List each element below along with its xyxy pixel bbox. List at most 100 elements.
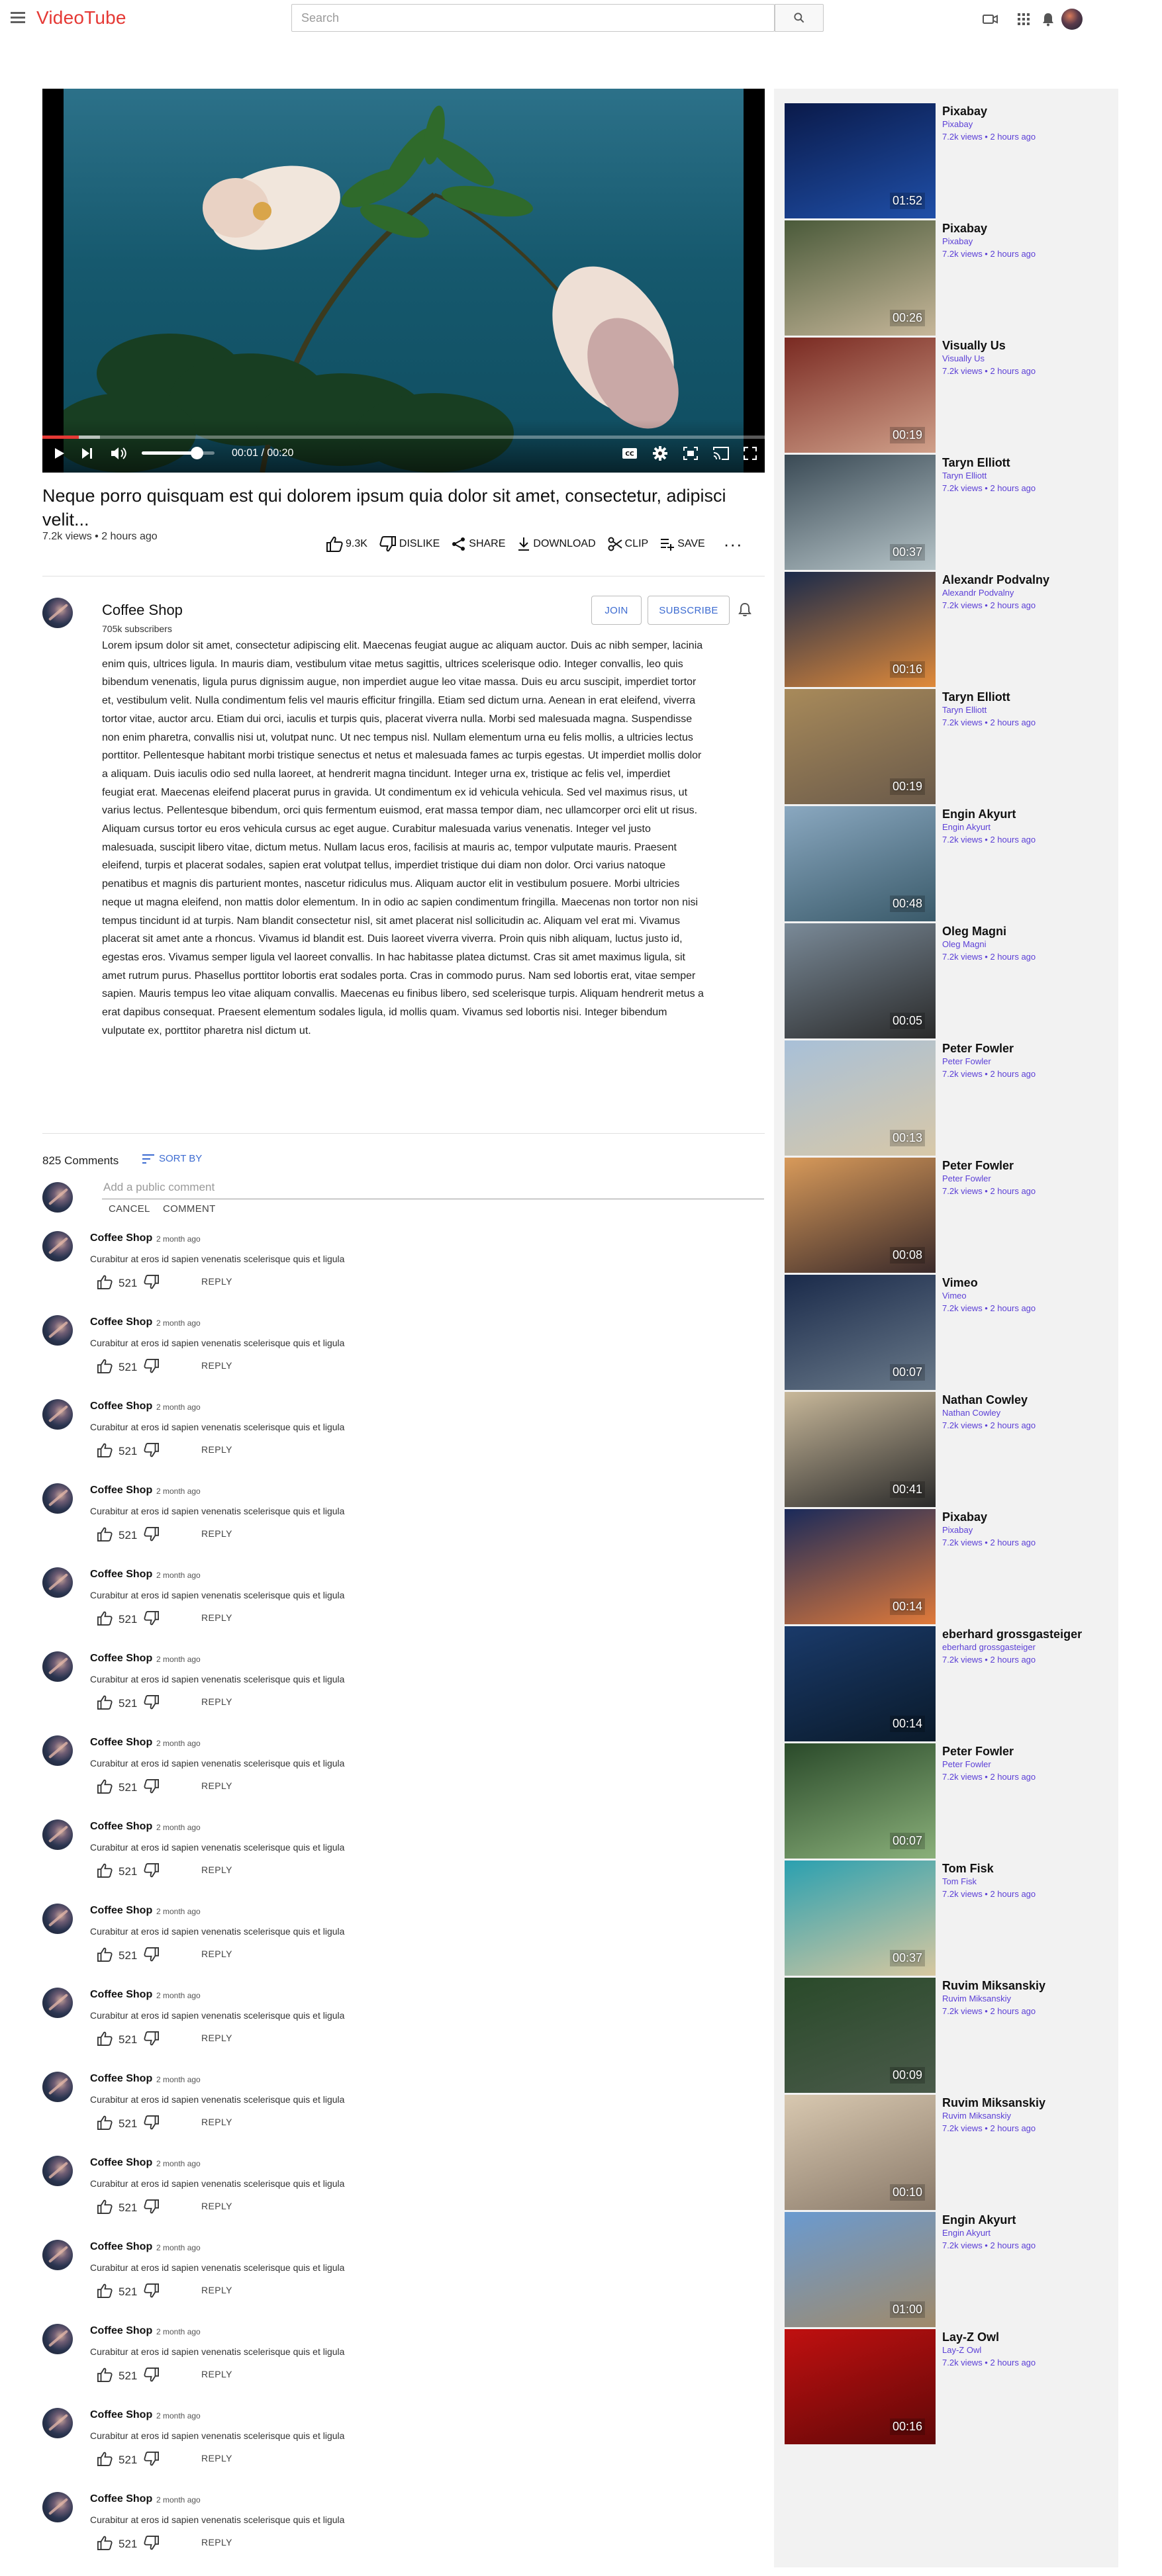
related-video-title[interactable]: Vimeo bbox=[942, 1276, 978, 1290]
related-video-item[interactable]: 00:19 Taryn Elliott Taryn Elliott 7.2k v… bbox=[785, 674, 1116, 804]
comment-reply-button[interactable]: REPLY bbox=[201, 2033, 232, 2043]
comment-author[interactable]: Coffee Shop bbox=[90, 2409, 152, 2421]
related-video-item[interactable]: 00:13 Peter Fowler Peter Fowler 7.2k vie… bbox=[785, 1026, 1116, 1156]
comment-author[interactable]: Coffee Shop bbox=[90, 1232, 152, 1244]
comment-author-avatar[interactable] bbox=[42, 2072, 73, 2102]
comment-author-avatar[interactable] bbox=[42, 1567, 73, 1598]
related-video-title[interactable]: Tom Fisk bbox=[942, 1862, 994, 1876]
related-video-channel[interactable]: Engin Akyurt bbox=[942, 822, 991, 832]
comment-dislike-button[interactable] bbox=[144, 1863, 160, 1881]
comment-like-button[interactable] bbox=[97, 1611, 113, 1629]
related-video-thumbnail[interactable]: 00:37 bbox=[785, 455, 936, 570]
channel-avatar[interactable] bbox=[42, 598, 73, 628]
comment-dislike-button[interactable] bbox=[144, 1695, 160, 1713]
comment-author[interactable]: Coffee Shop bbox=[90, 1905, 152, 1917]
related-video-item[interactable]: 01:00 Engin Akyurt Engin Akyurt 7.2k vie… bbox=[785, 2197, 1116, 2327]
related-video-title[interactable]: Visually Us bbox=[942, 339, 1006, 353]
comment-author[interactable]: Coffee Shop bbox=[90, 1485, 152, 1496]
related-video-thumbnail[interactable]: 00:07 bbox=[785, 1743, 936, 1859]
share-button[interactable]: SHARE bbox=[452, 537, 505, 551]
comment-author-avatar[interactable] bbox=[42, 1315, 73, 1346]
comment-dislike-button[interactable] bbox=[144, 2031, 160, 2049]
related-video-thumbnail[interactable]: 00:48 bbox=[785, 806, 936, 921]
related-video-thumbnail[interactable]: 00:41 bbox=[785, 1392, 936, 1507]
related-video-title[interactable]: Peter Fowler bbox=[942, 1745, 1014, 1759]
comment-author-avatar[interactable] bbox=[42, 1735, 73, 1766]
cast-button[interactable] bbox=[711, 443, 731, 464]
comment-like-button[interactable] bbox=[97, 2199, 113, 2217]
related-video-title[interactable]: Taryn Elliott bbox=[942, 690, 1010, 704]
related-video-title[interactable]: eberhard grossgasteiger bbox=[942, 1628, 1082, 1641]
related-video-title[interactable]: Nathan Cowley bbox=[942, 1393, 1028, 1407]
join-button[interactable]: JOIN bbox=[591, 596, 642, 625]
comment-like-button[interactable] bbox=[97, 1863, 113, 1881]
comment-author-avatar[interactable] bbox=[42, 2492, 73, 2522]
related-video-item[interactable]: 00:10 Ruvim Miksanskiy Ruvim Miksanskiy … bbox=[785, 2080, 1116, 2210]
related-video-channel[interactable]: Ruvim Miksanskiy bbox=[942, 2111, 1011, 2121]
comment-like-button[interactable] bbox=[97, 2536, 113, 2553]
search-button[interactable] bbox=[775, 4, 824, 32]
related-video-title[interactable]: Peter Fowler bbox=[942, 1159, 1014, 1173]
comment-author[interactable]: Coffee Shop bbox=[90, 2241, 152, 2253]
brand-logo[interactable]: VideoTube bbox=[36, 7, 126, 28]
related-video-item[interactable]: 00:19 Visually Us Visually Us 7.2k views… bbox=[785, 323, 1116, 453]
related-video-item[interactable]: 00:41 Nathan Cowley Nathan Cowley 7.2k v… bbox=[785, 1377, 1116, 1507]
captions-button[interactable]: CC bbox=[620, 443, 640, 464]
comment-dislike-button[interactable] bbox=[144, 2283, 160, 2301]
related-video-item[interactable]: 00:05 Oleg Magni Oleg Magni 7.2k views •… bbox=[785, 909, 1116, 1038]
comment-like-button[interactable] bbox=[97, 2368, 113, 2385]
comment-author[interactable]: Coffee Shop bbox=[90, 1569, 152, 1581]
comment-author[interactable]: Coffee Shop bbox=[90, 2073, 152, 2085]
comment-author[interactable]: Coffee Shop bbox=[90, 1821, 152, 1833]
comment-author-avatar[interactable] bbox=[42, 1904, 73, 1934]
related-video-item[interactable]: 00:09 Ruvim Miksanskiy Ruvim Miksanskiy … bbox=[785, 1963, 1116, 2093]
dislike-button[interactable]: DISLIKE bbox=[379, 536, 440, 552]
cancel-comment-button[interactable]: CANCEL bbox=[109, 1203, 150, 1215]
comment-reply-button[interactable]: REPLY bbox=[201, 1528, 232, 1539]
related-video-title[interactable]: Pixabay bbox=[942, 222, 987, 236]
related-video-item[interactable]: 00:37 Tom Fisk Tom Fisk 7.2k views • 2 h… bbox=[785, 1846, 1116, 1976]
comment-author[interactable]: Coffee Shop bbox=[90, 1401, 152, 1412]
comment-like-button[interactable] bbox=[97, 1527, 113, 1545]
related-video-channel[interactable]: Lay-Z Owl bbox=[942, 2345, 981, 2355]
sort-by-button[interactable]: SORT BY bbox=[142, 1153, 202, 1164]
related-video-channel[interactable]: Oleg Magni bbox=[942, 939, 986, 949]
save-button[interactable]: SAVE bbox=[660, 537, 705, 551]
next-button[interactable] bbox=[79, 443, 95, 464]
volume-handle[interactable] bbox=[190, 447, 203, 459]
comment-like-button[interactable] bbox=[97, 1779, 113, 1797]
related-video-thumbnail[interactable]: 00:37 bbox=[785, 1861, 936, 1976]
volume-slider[interactable] bbox=[142, 447, 215, 459]
comment-author-avatar[interactable] bbox=[42, 2240, 73, 2270]
notifications-bell-icon[interactable] bbox=[1040, 11, 1057, 28]
comment-reply-button[interactable]: REPLY bbox=[201, 2369, 232, 2379]
related-video-thumbnail[interactable]: 00:19 bbox=[785, 338, 936, 453]
comment-dislike-button[interactable] bbox=[144, 1527, 160, 1545]
related-video-title[interactable]: Pixabay bbox=[942, 1510, 987, 1524]
fullscreen-button[interactable] bbox=[740, 443, 760, 464]
related-video-item[interactable]: 00:08 Peter Fowler Peter Fowler 7.2k vie… bbox=[785, 1143, 1116, 1273]
related-video-item[interactable]: 00:16 Alexandr Podvalny Alexandr Podvaln… bbox=[785, 557, 1116, 687]
comment-dislike-button[interactable] bbox=[144, 2452, 160, 2469]
related-video-channel[interactable]: Vimeo bbox=[942, 1291, 967, 1301]
comment-like-button[interactable] bbox=[97, 1443, 113, 1461]
related-video-thumbnail[interactable]: 00:10 bbox=[785, 2095, 936, 2210]
comment-like-button[interactable] bbox=[97, 2115, 113, 2133]
comment-dislike-button[interactable] bbox=[144, 2115, 160, 2133]
mute-button[interactable] bbox=[109, 443, 130, 464]
related-video-thumbnail[interactable]: 00:19 bbox=[785, 689, 936, 804]
comment-author-avatar[interactable] bbox=[42, 1651, 73, 1682]
theater-mode-button[interactable] bbox=[681, 443, 701, 464]
related-video-title[interactable]: Engin Akyurt bbox=[942, 807, 1016, 821]
related-video-thumbnail[interactable]: 01:52 bbox=[785, 103, 936, 218]
related-video-channel[interactable]: Engin Akyurt bbox=[942, 2228, 991, 2238]
comment-author[interactable]: Coffee Shop bbox=[90, 2157, 152, 2169]
comment-author-avatar[interactable] bbox=[42, 1231, 73, 1262]
comment-reply-button[interactable]: REPLY bbox=[201, 2453, 232, 2463]
related-video-item[interactable]: 01:52 Pixabay Pixabay 7.2k views • 2 hou… bbox=[785, 89, 1116, 218]
comment-dislike-button[interactable] bbox=[144, 1275, 160, 1293]
related-video-channel[interactable]: Pixabay bbox=[942, 1525, 973, 1535]
related-video-thumbnail[interactable]: 00:14 bbox=[785, 1509, 936, 1624]
comment-reply-button[interactable]: REPLY bbox=[201, 1864, 232, 1875]
comment-reply-button[interactable]: REPLY bbox=[201, 1780, 232, 1791]
